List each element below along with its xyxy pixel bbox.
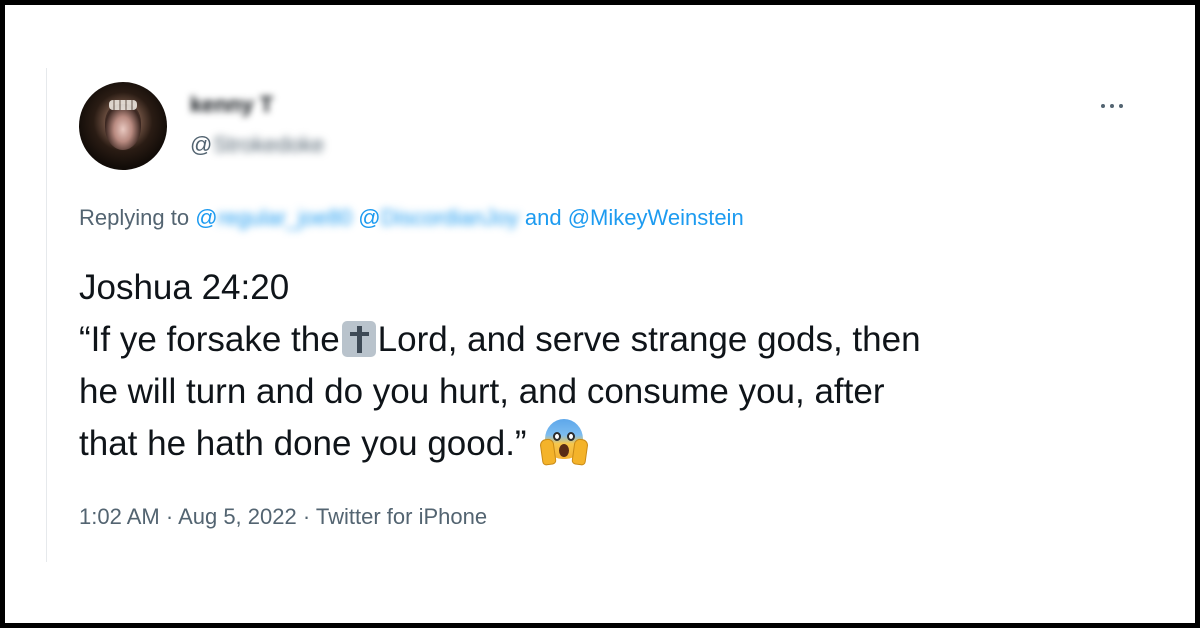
replying-to-line: Replying to @regular_joe80 @DiscordianJo…: [79, 205, 744, 231]
tweet-line-4: that he hath done you good.”: [79, 418, 1159, 470]
reply-mention-1[interactable]: @regular_joe80: [195, 205, 352, 231]
reply-conjunction: and: [524, 205, 562, 230]
tweet-date[interactable]: Aug 5, 2022: [178, 504, 297, 529]
face-screaming-in-fear-icon: [538, 419, 589, 466]
author-handle[interactable]: Strokedoke: [213, 132, 324, 158]
reply-mention-2[interactable]: @DiscordianJoy: [358, 205, 519, 231]
tweet-text: Joshua 24:20 “If ye forsake the Lord, and…: [79, 262, 1159, 470]
tweet-time[interactable]: 1:02 AM: [79, 504, 160, 529]
dog-mouth: [105, 104, 141, 150]
tweet-metadata: 1:02 AM · Aug 5, 2022 · Twitter for iPho…: [79, 504, 488, 529]
more-options-button[interactable]: [1094, 94, 1130, 118]
replying-to-label: Replying to: [79, 205, 190, 230]
reply-mention-3[interactable]: @MikeyWeinstein: [568, 205, 744, 231]
more-horizontal-icon-dot: [1119, 104, 1123, 108]
dog-teeth: [109, 100, 137, 110]
author-handle-prefix: @: [190, 132, 213, 157]
tweet-line-2: “If ye forsake the Lord, and serve strang…: [79, 320, 921, 359]
author-avatar[interactable]: [79, 82, 167, 170]
more-horizontal-icon: [1101, 104, 1105, 108]
tweet-source[interactable]: Twitter for iPhone: [316, 504, 487, 529]
author-display-name[interactable]: kenny T: [190, 92, 273, 118]
latin-cross-emoji-icon: [341, 321, 376, 357]
tweet-line-3: he will turn and do you hurt, and consum…: [79, 372, 885, 411]
more-horizontal-icon-dot: [1110, 104, 1114, 108]
tweet-line-1: Joshua 24:20: [79, 268, 290, 307]
